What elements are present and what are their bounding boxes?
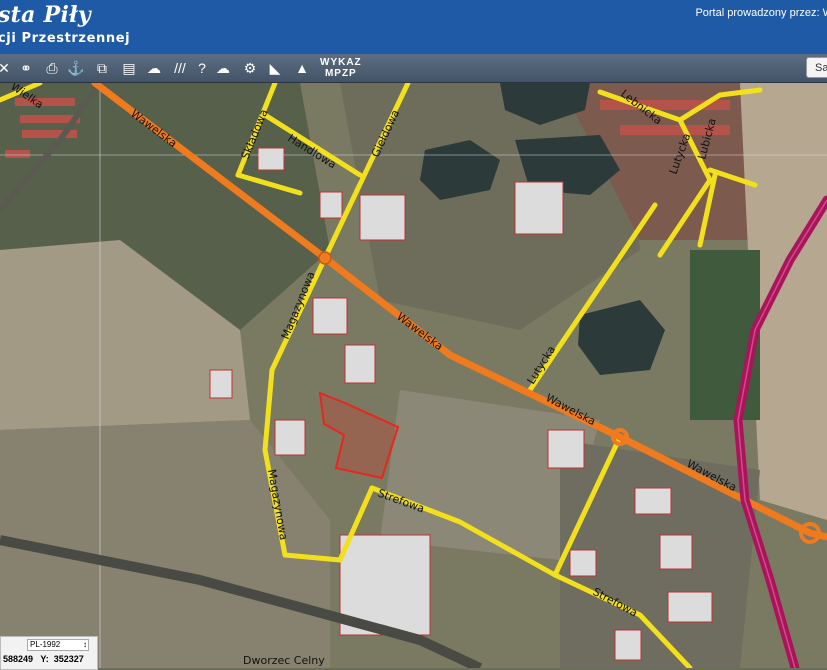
- building: [274, 419, 306, 456]
- layout-icon[interactable]: ▤: [119, 58, 139, 78]
- roof: [5, 150, 30, 158]
- hatch-icon[interactable]: ///: [170, 58, 190, 78]
- layers-icon[interactable]: ◣: [265, 58, 285, 78]
- coordinates-panel: PL-1992 588249 Y: 352327: [0, 636, 98, 670]
- settings-icon[interactable]: ⚙: [240, 58, 260, 78]
- link-icon[interactable]: ⚭: [16, 58, 36, 78]
- x-coordinate: 588249: [3, 654, 34, 664]
- building: [359, 194, 406, 241]
- building: [614, 629, 642, 661]
- map-view[interactable]: Wawelska Wawelska Wawelska Wawelska Skła…: [0, 83, 827, 668]
- roundabout: [318, 251, 332, 265]
- help-icon[interactable]: ?: [192, 58, 212, 78]
- info-icon[interactable]: ⚓: [66, 58, 86, 78]
- cloud-icon[interactable]: ☁: [213, 58, 233, 78]
- y-label: Y:: [40, 654, 49, 664]
- building: [514, 181, 564, 235]
- shape-icon[interactable]: ☁: [144, 58, 164, 78]
- search-button[interactable]: Sa: [806, 57, 827, 78]
- city-title: sta Piły: [0, 2, 92, 28]
- legend-icon[interactable]: ▲: [292, 58, 312, 78]
- building: [344, 344, 376, 384]
- portal-operator-text: Portal prowadzony przez: W: [695, 7, 827, 19]
- place-label-dworzec: Dworzec Celny: [243, 654, 325, 667]
- building: [312, 297, 348, 335]
- wykaz-mpzp-button[interactable]: WYKAZ MPZP: [320, 57, 362, 79]
- crs-select[interactable]: PL-1992: [27, 639, 89, 651]
- building: [659, 534, 693, 570]
- coordinate-readout: 588249 Y: 352327: [3, 654, 89, 664]
- building: [547, 429, 585, 469]
- building: [667, 591, 713, 623]
- building: [257, 147, 285, 171]
- print-icon[interactable]: ⎙: [42, 58, 62, 78]
- app-header: sta Piły cji Przestrzennej Portal prowad…: [0, 0, 827, 54]
- building: [634, 487, 672, 515]
- building: [319, 191, 343, 219]
- export-icon[interactable]: ⧉: [92, 58, 112, 78]
- map-toolbar: ✕ ⚭ ⎙ ⚓ ⧉ ▤ ☁ /// ? ☁ ⚙ ◣ ▲ WYKAZ MPZP S…: [0, 54, 827, 83]
- portal-subtitle: cji Przestrzennej: [0, 31, 131, 46]
- mpzp-label: MPZP: [324, 68, 357, 79]
- wykaz-label: WYKAZ: [320, 57, 362, 68]
- building: [569, 549, 597, 577]
- building: [209, 369, 233, 399]
- measure-icon[interactable]: ✕: [0, 58, 14, 78]
- y-coordinate: 352327: [53, 654, 84, 664]
